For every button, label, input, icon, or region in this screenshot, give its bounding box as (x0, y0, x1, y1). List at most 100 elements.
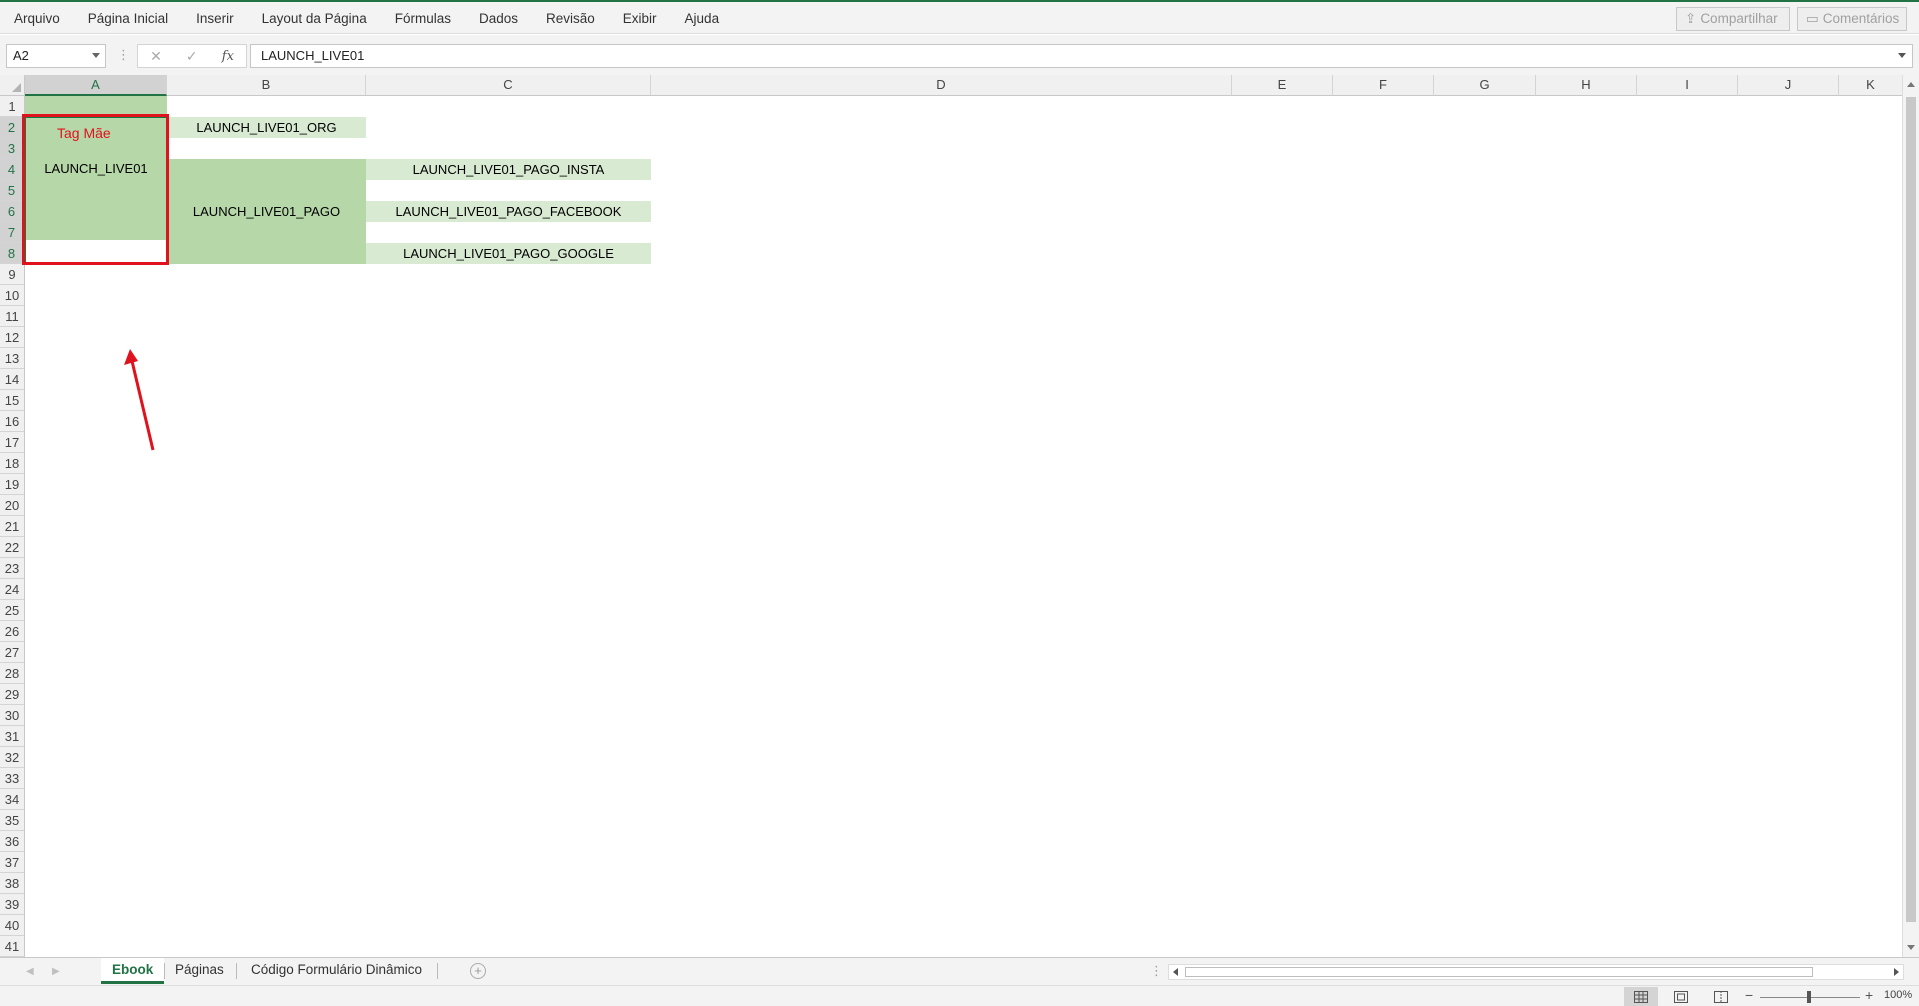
row-header-23[interactable]: 23 (0, 558, 25, 579)
add-sheet-icon[interactable]: + (470, 963, 486, 979)
row-header-17[interactable]: 17 (0, 432, 25, 453)
row-header-30[interactable]: 30 (0, 705, 25, 726)
menu-item-ajuda[interactable]: Ajuda (671, 8, 734, 30)
formula-bar: A2 ⋮ ✕ ✓ fx LAUNCH_LIVE01 (0, 35, 1919, 75)
cell-c6[interactable]: LAUNCH_LIVE01_PAGO_FACEBOOK (366, 201, 651, 222)
row-header-16[interactable]: 16 (0, 411, 25, 432)
scroll-up-icon[interactable] (1907, 82, 1915, 87)
row-header-27[interactable]: 27 (0, 642, 25, 663)
menu-item-dados[interactable]: Dados (465, 8, 532, 30)
column-header-k[interactable]: K (1839, 75, 1903, 96)
menu-item-layout-da-pagina[interactable]: Layout da Página (248, 8, 381, 30)
menu-item-exibir[interactable]: Exibir (609, 8, 671, 30)
next-sheet-icon[interactable]: ▶ (52, 966, 60, 977)
comments-button[interactable]: ▭ Comentários (1797, 7, 1907, 31)
column-header-g[interactable]: G (1434, 75, 1536, 96)
insert-function-icon[interactable]: fx (222, 49, 234, 64)
spreadsheet-grid[interactable]: ABCDEFGHIJK 1 2 3 4 5 6 7 8 9 10 11 12 13 14 15 16 17 18 1… (0, 75, 1919, 957)
menu-item-formulas[interactable]: Fórmulas (381, 8, 465, 30)
formula-input[interactable]: LAUNCH_LIVE01 (250, 44, 1913, 68)
row-header-35[interactable]: 35 (0, 810, 25, 831)
row-header-34[interactable]: 34 (0, 789, 25, 810)
scroll-down-icon[interactable] (1907, 945, 1915, 950)
scroll-left-icon[interactable] (1173, 968, 1178, 976)
menu-item-inserir[interactable]: Inserir (182, 8, 248, 30)
zoom-out-icon[interactable]: − (1745, 987, 1753, 1003)
cell-c4[interactable]: LAUNCH_LIVE01_PAGO_INSTA (366, 159, 651, 180)
column-header-j[interactable]: J (1738, 75, 1839, 96)
column-header-i[interactable]: I (1637, 75, 1738, 96)
row-header-19[interactable]: 19 (0, 474, 25, 495)
row-header-22[interactable]: 22 (0, 537, 25, 558)
grid-view-icon (1634, 990, 1648, 1003)
row-header-41[interactable]: 41 (0, 936, 25, 957)
prev-sheet-icon[interactable]: ◀ (26, 966, 34, 977)
row-header-26[interactable]: 26 (0, 621, 25, 642)
sheet-tab-label: Páginas (175, 962, 224, 977)
row-header-15[interactable]: 15 (0, 390, 25, 411)
row-header-14[interactable]: 14 (0, 369, 25, 390)
scroll-right-icon[interactable] (1894, 968, 1899, 976)
cell-b2[interactable]: LAUNCH_LIVE01_ORG (167, 117, 366, 138)
annotation-arrow (124, 349, 155, 451)
row-header-25[interactable]: 25 (0, 600, 25, 621)
row-header-13[interactable]: 13 (0, 348, 25, 369)
menu-item-arquivo[interactable]: Arquivo (0, 8, 74, 30)
share-button[interactable]: ⇪ Compartilhar (1676, 7, 1790, 31)
ribbon-menu-bar: Arquivo Página Inicial Inserir Layout da Pá… (0, 0, 1919, 34)
row-header-32[interactable]: 32 (0, 747, 25, 768)
normal-view-button[interactable] (1624, 987, 1658, 1006)
row-header-37[interactable]: 37 (0, 852, 25, 873)
confirm-icon[interactable]: ✓ (186, 48, 198, 65)
row-header-31[interactable]: 31 (0, 726, 25, 747)
column-header-f[interactable]: F (1333, 75, 1434, 96)
row-header-11[interactable]: 11 (0, 306, 25, 327)
row-header-29[interactable]: 29 (0, 684, 25, 705)
name-box-value: A2 (13, 48, 29, 63)
zoom-level[interactable]: 100% (1884, 989, 1912, 1001)
page-layout-view-button[interactable] (1664, 987, 1698, 1006)
horizontal-scroll-thumb[interactable] (1185, 967, 1813, 977)
row-header-21[interactable]: 21 (0, 516, 25, 537)
sheet-tab-ebook[interactable]: Ebook (101, 958, 165, 984)
row-header-20[interactable]: 20 (0, 495, 25, 516)
row-header-9[interactable]: 9 (0, 264, 25, 285)
cell-c8[interactable]: LAUNCH_LIVE01_PAGO_GOOGLE (366, 243, 651, 264)
column-header-a[interactable]: A (25, 75, 167, 96)
name-box[interactable]: A2 (6, 44, 106, 68)
cell-c6-text: LAUNCH_LIVE01_PAGO_FACEBOOK (395, 204, 622, 219)
page-break-view-button[interactable] (1704, 987, 1738, 1006)
row-header-39[interactable]: 39 (0, 894, 25, 915)
select-all-corner[interactable] (0, 75, 25, 96)
tab-divider (437, 963, 438, 979)
menu-item-revisao[interactable]: Revisão (532, 8, 609, 30)
chevron-down-icon[interactable] (92, 53, 100, 58)
cancel-icon[interactable]: ✕ (150, 48, 162, 65)
sheet-tab-codigo-formulario[interactable]: Código Formulário Dinâmico (240, 958, 433, 984)
row-header-40[interactable]: 40 (0, 915, 25, 936)
row-header-38[interactable]: 38 (0, 873, 25, 894)
row-header-10[interactable]: 10 (0, 285, 25, 306)
page-layout-icon (1674, 990, 1688, 1003)
row-header-18[interactable]: 18 (0, 453, 25, 474)
vertical-scrollbar[interactable] (1902, 75, 1919, 957)
sheet-tab-paginas[interactable]: Páginas (164, 958, 235, 984)
row-header-24[interactable]: 24 (0, 579, 25, 600)
column-header-d[interactable]: D (651, 75, 1232, 96)
row-header-33[interactable]: 33 (0, 768, 25, 789)
row-header-12[interactable]: 12 (0, 327, 25, 348)
column-header-e[interactable]: E (1232, 75, 1333, 96)
vertical-scroll-thumb[interactable] (1906, 97, 1916, 922)
row-header-36[interactable]: 36 (0, 831, 25, 852)
menu-item-pagina-inicial[interactable]: Página Inicial (74, 8, 182, 30)
zoom-slider-thumb[interactable] (1807, 991, 1811, 1003)
more-vertical-icon: ⋮ (117, 47, 130, 62)
column-header-h[interactable]: H (1536, 75, 1637, 96)
row-header-28[interactable]: 28 (0, 663, 25, 684)
expand-formula-icon[interactable] (1898, 53, 1906, 58)
horizontal-scrollbar[interactable] (1168, 964, 1904, 980)
column-header-b[interactable]: B (167, 75, 366, 96)
column-header-c[interactable]: C (366, 75, 651, 96)
cell-b4[interactable]: LAUNCH_LIVE01_PAGO (167, 159, 366, 264)
zoom-in-icon[interactable]: + (1865, 987, 1873, 1003)
